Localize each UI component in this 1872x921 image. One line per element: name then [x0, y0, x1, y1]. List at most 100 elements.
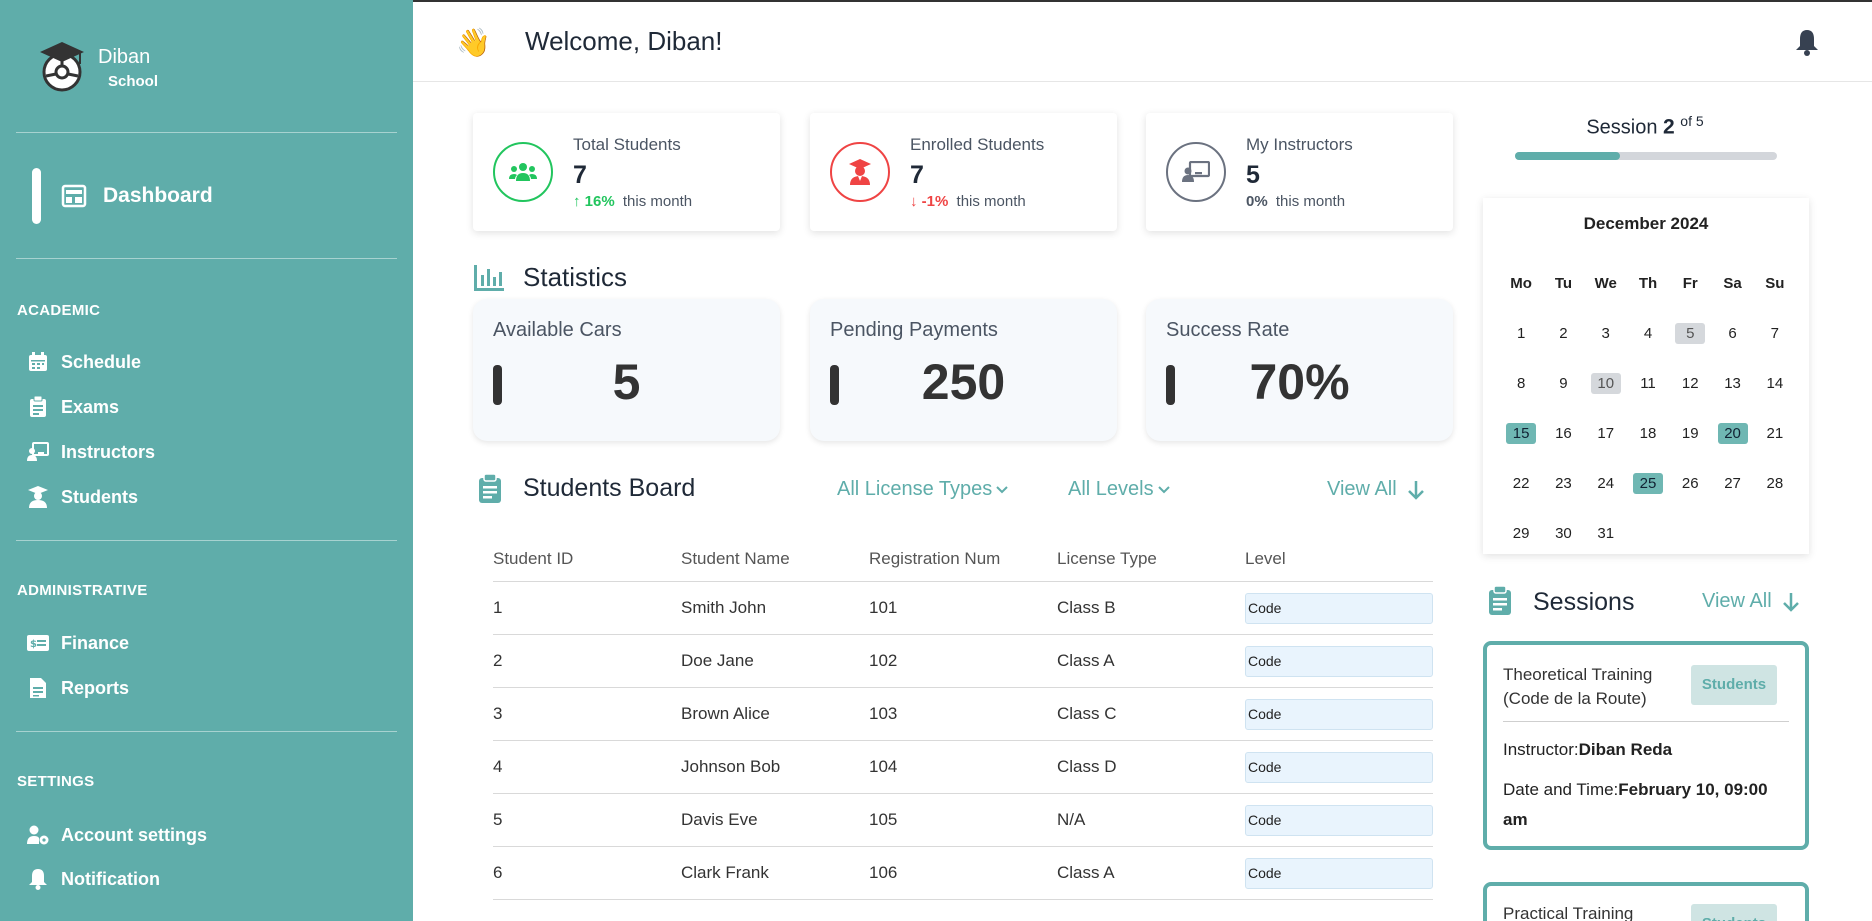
students-badge[interactable]: Students [1691, 665, 1777, 705]
calendar-day[interactable]: 17 [1585, 423, 1627, 444]
level-badge: Code [1245, 857, 1433, 889]
calendar-day[interactable]: 21 [1754, 423, 1796, 444]
calendar-day[interactable]: 28 [1754, 473, 1796, 494]
arrow-down-icon [1407, 480, 1424, 500]
stat-label: Total Students [573, 135, 681, 154]
calendar-day[interactable]: 6 [1711, 323, 1753, 344]
column-header[interactable]: Level [1245, 543, 1433, 581]
metric-value: 250 [921, 354, 1006, 410]
calendar-weekday: Su [1765, 274, 1785, 292]
table-row[interactable]: 1 Smith John 101 Class B Code [493, 582, 1433, 635]
metric-card-pending-payments: Pending Payments 250 [810, 299, 1117, 441]
sidebar-item-notification[interactable]: Notification [27, 864, 160, 894]
license-type-filter[interactable]: All License Types [837, 478, 1008, 501]
calendar-day[interactable]: 20 [1711, 422, 1753, 444]
session-name: Practical Training [1503, 904, 1634, 921]
sidebar-item-account-settings[interactable]: Account settings [27, 820, 207, 850]
chevron-down-icon [1157, 485, 1170, 493]
calendar-day[interactable]: 10 [1585, 372, 1627, 394]
column-header[interactable]: Student ID [493, 543, 681, 581]
calendar-day[interactable]: 16 [1542, 423, 1584, 444]
calendar-day[interactable]: 31 [1585, 523, 1627, 544]
sidebar-item-label: Dashboard [103, 184, 213, 207]
instructor-name: Diban Reda [1578, 740, 1673, 759]
cell-student-name: Doe Jane [681, 651, 754, 670]
table-row[interactable]: 5 Davis Eve 105 N/A Code [493, 794, 1433, 847]
cell-student-name: Smith John [681, 598, 767, 617]
table-row[interactable]: 6 Clark Frank 106 Class A Code [493, 847, 1433, 900]
calendar-day[interactable]: 9 [1542, 373, 1584, 394]
calendar-day[interactable]: 23 [1542, 473, 1584, 494]
cell-student-id: 1 [493, 598, 503, 617]
metric-label: Success Rate [1166, 319, 1290, 341]
waving-hand-icon: 👋 [456, 27, 491, 58]
sidebar-item-finance[interactable]: $ Finance [27, 628, 129, 658]
stat-change: 0% this month [1246, 193, 1345, 210]
sidebar-item-reports[interactable]: Reports [27, 673, 129, 703]
sidebar-item-dashboard[interactable]: Dashboard [32, 168, 213, 224]
sidebar-item-exams[interactable]: Exams [27, 392, 119, 422]
session-label: Session [1586, 116, 1658, 139]
column-header[interactable]: Student Name [681, 543, 869, 581]
calendar-day[interactable]: 7 [1754, 323, 1796, 344]
chevron-down-icon [996, 485, 1008, 493]
stat-change-suffix: this month [622, 193, 693, 210]
metric-value: 5 [612, 354, 641, 410]
calendar-day[interactable]: 5 [1669, 322, 1711, 344]
calendar-day[interactable]: 2 [1542, 323, 1584, 344]
stat-card-my-instructors: My Instructors 5 0% this month [1146, 113, 1453, 231]
cell-student-id: 2 [493, 651, 503, 670]
calendar-day[interactable]: 30 [1542, 523, 1584, 544]
calendar-day[interactable]: 24 [1585, 473, 1627, 494]
table-row[interactable]: 3 Brown Alice 103 Class C Code [493, 688, 1433, 741]
sidebar-item-schedule[interactable]: Schedule [27, 347, 141, 377]
calendar-weekday-row: Mo Tu We Th Fr Sa Su [1500, 258, 1796, 308]
sidebar-item-students[interactable]: Students [27, 482, 138, 512]
calendar-day[interactable]: 18 [1627, 423, 1669, 444]
calendar-day[interactable]: 19 [1669, 423, 1711, 444]
session-card[interactable]: Practical Training Students [1483, 882, 1809, 921]
calendar-day[interactable]: 29 [1500, 523, 1542, 544]
calendar-day[interactable]: 15 [1500, 422, 1542, 444]
sidebar-item-label: Exams [61, 396, 120, 417]
column-header[interactable]: Registration Num [869, 543, 1057, 581]
clipboard-icon [27, 396, 49, 418]
statistics-title: Statistics [523, 262, 628, 292]
student-icon [27, 486, 49, 508]
cell-license-type: N/A [1057, 810, 1086, 829]
calendar-day[interactable]: 14 [1754, 373, 1796, 394]
brand[interactable]: Diban School [38, 40, 158, 94]
table-row[interactable]: 4 Johnson Bob 104 Class D Code [493, 741, 1433, 794]
calendar-day[interactable]: 4 [1627, 323, 1669, 344]
calendar-day[interactable]: 13 [1711, 373, 1753, 394]
cell-student-name: Clark Frank [681, 863, 769, 882]
students-badge[interactable]: Students [1691, 904, 1777, 921]
students-view-all-link[interactable]: View All [1327, 478, 1425, 501]
sidebar-item-instructors[interactable]: Instructors [27, 437, 155, 467]
cell-student-name: Brown Alice [681, 704, 770, 723]
calendar-day[interactable]: 11 [1627, 373, 1669, 394]
calendar-day[interactable]: 22 [1500, 473, 1542, 494]
calendar-day[interactable]: 3 [1585, 323, 1627, 344]
sidebar-item-label: Finance [61, 632, 130, 653]
session-card[interactable]: Theoretical Training (Code de la Route) … [1483, 641, 1809, 850]
table-row[interactable]: 2 Doe Jane 102 Class A Code [493, 635, 1433, 688]
calendar-day[interactable]: 1 [1500, 323, 1542, 344]
students-board-header: Students Board All License Types All Lev… [473, 474, 1433, 504]
calendar-day[interactable]: 26 [1669, 473, 1711, 494]
level-filter[interactable]: All Levels [1068, 478, 1170, 501]
stat-change-suffix: this month [1275, 193, 1346, 210]
calendar-day[interactable]: 27 [1711, 473, 1753, 494]
stat-label: Enrolled Students [910, 135, 1045, 154]
welcome-title: Welcome, Diban! [525, 26, 723, 56]
calendar-weekday: Tu [1554, 274, 1573, 292]
cell-registration-num: 106 [869, 863, 898, 882]
calendar-day[interactable]: 12 [1669, 373, 1711, 394]
calendar-day[interactable]: 8 [1500, 373, 1542, 394]
metric-label: Pending Payments [830, 319, 998, 341]
column-header[interactable]: License Type [1057, 543, 1245, 581]
stat-change-suffix: this month [956, 193, 1026, 210]
calendar-day[interactable]: 25 [1627, 472, 1669, 494]
sessions-view-all-link[interactable]: View All [1702, 590, 1800, 613]
notification-bell-icon[interactable] [1794, 28, 1820, 56]
